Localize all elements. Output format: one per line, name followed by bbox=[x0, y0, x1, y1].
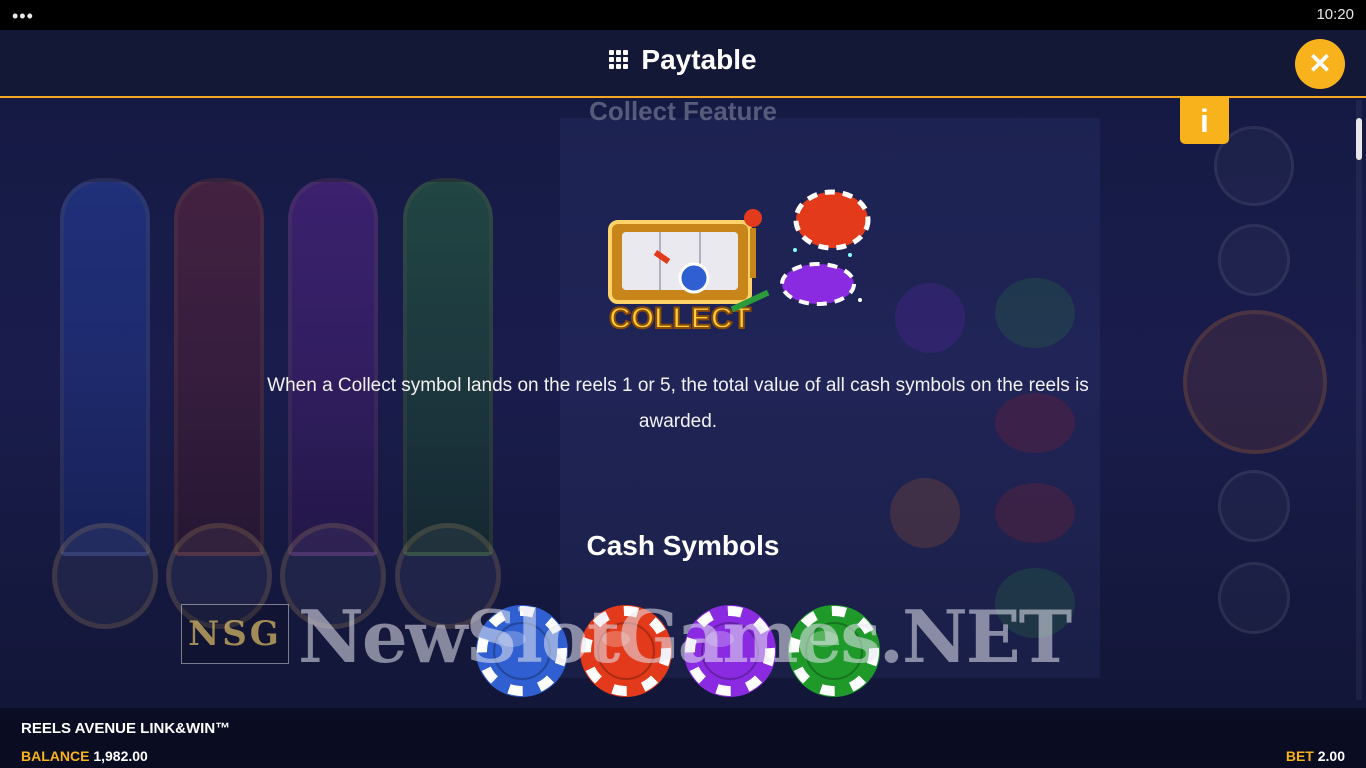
balance-value: 1,982.00 bbox=[93, 748, 148, 764]
collect-tube bbox=[403, 178, 493, 556]
clock: 10:20 bbox=[1316, 6, 1354, 23]
menu-button bbox=[1218, 562, 1290, 634]
collect-description: When a Collect symbol lands on the reels… bbox=[267, 375, 1089, 432]
spin-button bbox=[1183, 310, 1327, 454]
collect-tube bbox=[288, 178, 378, 556]
bet-value: 2.00 bbox=[1317, 748, 1345, 764]
section-title: Collect Feature bbox=[589, 96, 777, 126]
game-name: REELS AVENUE LINK&WIN™ bbox=[21, 720, 231, 737]
close-button[interactable]: ✕ bbox=[1295, 39, 1345, 89]
bet-label: BET bbox=[1285, 748, 1314, 764]
watermark-text: NewSlotGames.NET bbox=[298, 594, 1072, 679]
grid-icon bbox=[609, 49, 629, 69]
watermark-logo: NSG bbox=[181, 604, 289, 664]
balance-label: BALANCE bbox=[21, 748, 90, 764]
collect-symbol-image: COLLECT bbox=[608, 189, 871, 336]
scrollbar-track[interactable] bbox=[1356, 100, 1362, 700]
title-text: Paytable bbox=[641, 44, 757, 75]
page-title: Paytable bbox=[0, 44, 1366, 76]
collect-tube bbox=[174, 178, 264, 556]
watermark-logo-text: NSG bbox=[188, 614, 282, 654]
bet-display: BET 2.00 bbox=[1286, 748, 1345, 764]
plum-icon bbox=[895, 283, 965, 353]
collect-tube bbox=[60, 178, 150, 556]
paytable-header: Paytable ✕ bbox=[0, 30, 1366, 98]
autoplay-button bbox=[1218, 224, 1290, 296]
collect-label: COLLECT bbox=[609, 302, 751, 335]
balance-display: BALANCE 1,982.00 bbox=[21, 748, 148, 764]
device-status-bar: ••• 10:20 bbox=[0, 0, 1366, 30]
cash-symbols-title: Cash Symbols bbox=[586, 530, 780, 561]
bottom-bar: REELS AVENUE LINK&WIN™ BALANCE 1,982.00 … bbox=[0, 708, 1366, 768]
watermelon-icon bbox=[995, 278, 1075, 348]
menu-dots-icon[interactable]: ••• bbox=[12, 6, 34, 27]
scrollbar-thumb[interactable] bbox=[1356, 118, 1362, 160]
close-icon: ✕ bbox=[1308, 48, 1332, 79]
